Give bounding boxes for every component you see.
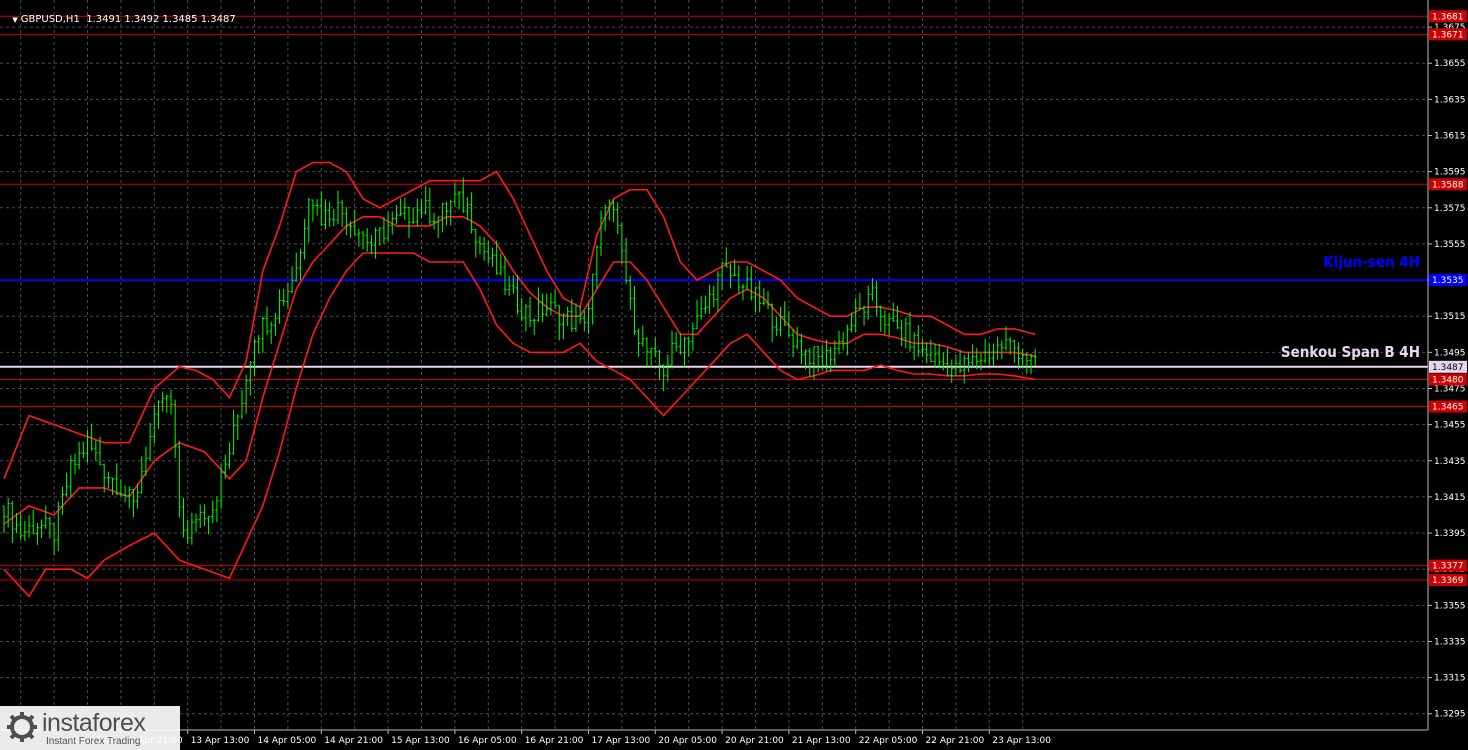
chart-header: ▼ GBPUSD,H1 1.3491 1.3492 1.3485 1.3487 xyxy=(6,3,236,25)
level-price-tag-text: 1.3671 xyxy=(1432,30,1464,40)
time-tick-label: 22 Apr 05:00 xyxy=(859,736,918,746)
time-tick-label: 15 Apr 13:00 xyxy=(391,736,450,746)
time-tick-label: 16 Apr 05:00 xyxy=(458,736,517,746)
logo-name: instaforex xyxy=(42,709,146,737)
price-tick-label: 1.3395 xyxy=(1434,529,1466,539)
level-price-tag-text: 1.3377 xyxy=(1432,562,1464,572)
bollinger-middle-band xyxy=(3,216,1036,525)
time-tick-label: 14 Apr 21:00 xyxy=(324,736,383,746)
price-tick-label: 1.3495 xyxy=(1434,348,1466,358)
price-tick-label: 1.3635 xyxy=(1434,95,1466,105)
instaforex-watermark: instaforex Instant Forex Trading xyxy=(0,706,180,750)
kijun-sen-label: Kijun-sen 4H xyxy=(1323,253,1420,271)
level-price-tag-text: 1.3465 xyxy=(1432,403,1464,413)
time-tick-label: 17 Apr 13:00 xyxy=(592,736,651,746)
time-tick-label: 22 Apr 21:00 xyxy=(926,736,985,746)
price-tick-label: 1.3315 xyxy=(1434,674,1466,684)
time-tick-label: 14 Apr 05:00 xyxy=(258,736,317,746)
logo-tagline: Instant Forex Trading xyxy=(46,736,141,747)
price-tick-label: 1.3435 xyxy=(1434,457,1466,467)
collapse-triangle-icon[interactable]: ▼ xyxy=(12,16,17,24)
price-tick-label: 1.3415 xyxy=(1434,493,1466,503)
ohlc-values: 1.3491 1.3492 1.3485 1.3487 xyxy=(86,14,236,25)
level-price-tag-text: 1.3535 xyxy=(1432,276,1464,286)
level-price-tag-text: 1.3487 xyxy=(1432,363,1464,373)
senkou-span-b-label: Senkou Span B 4H xyxy=(1281,343,1420,361)
price-tick-label: 1.3475 xyxy=(1434,384,1466,394)
time-tick-label: 20 Apr 21:00 xyxy=(725,736,784,746)
time-tick-label: 20 Apr 05:00 xyxy=(658,736,717,746)
time-tick-label: 21 Apr 13:00 xyxy=(792,736,851,746)
time-tick-label: 16 Apr 21:00 xyxy=(525,736,584,746)
level-price-tag-text: 1.3681 xyxy=(1432,12,1464,22)
instaforex-gear-icon xyxy=(7,712,37,742)
time-tick-label: 23 Apr 13:00 xyxy=(992,736,1051,746)
price-tick-label: 1.3555 xyxy=(1434,240,1466,250)
price-tick-label: 1.3355 xyxy=(1434,601,1466,611)
price-tick-label: 1.3575 xyxy=(1434,204,1466,214)
price-tick-label: 1.3335 xyxy=(1434,637,1466,647)
price-tick-label: 1.3595 xyxy=(1434,168,1466,178)
price-tick-label: 1.3455 xyxy=(1434,421,1466,431)
price-tick-label: 1.3655 xyxy=(1434,59,1466,69)
price-tick-label: 1.3295 xyxy=(1434,710,1466,720)
level-price-tag-text: 1.3480 xyxy=(1432,375,1464,385)
price-chart[interactable]: 1.36751.36551.36351.36151.35951.35751.35… xyxy=(0,0,1468,750)
level-price-tag-text: 1.3369 xyxy=(1432,576,1464,586)
symbol-label: GBPUSD,H1 xyxy=(20,14,80,25)
price-tick-label: 1.3515 xyxy=(1434,312,1466,322)
price-tick-label: 1.3615 xyxy=(1434,132,1466,142)
time-tick-label: 13 Apr 13:00 xyxy=(191,736,250,746)
level-price-tag-text: 1.3588 xyxy=(1432,180,1464,190)
